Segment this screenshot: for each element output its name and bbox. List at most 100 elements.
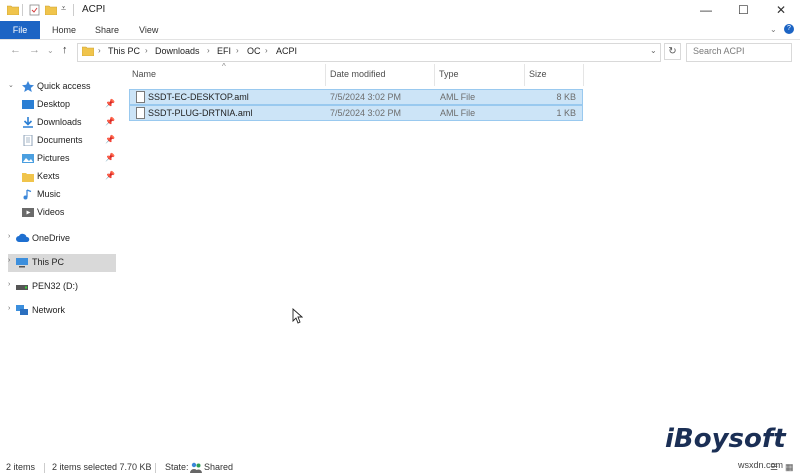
address-dropdown-icon[interactable]: ⌄ xyxy=(650,46,657,55)
pin-icon: 📌 xyxy=(105,117,115,126)
download-icon xyxy=(22,117,34,128)
sidebar-item-onedrive[interactable]: › OneDrive xyxy=(8,230,116,248)
pin-icon: 📌 xyxy=(105,153,115,162)
close-button[interactable]: ✕ xyxy=(776,3,786,17)
breadcrumb-acpi[interactable]: ACPI xyxy=(276,46,297,56)
up-arrow-icon[interactable]: ↑ xyxy=(62,44,68,56)
sidebar-item-music[interactable]: Music xyxy=(8,186,116,204)
network-icon xyxy=(16,305,28,316)
chevron-right-icon: › xyxy=(8,281,11,288)
chevron-right-icon: › xyxy=(207,46,210,55)
status-item-count: 2 items xyxy=(6,462,36,472)
divider xyxy=(22,4,23,16)
window-title: ACPI xyxy=(82,4,106,15)
status-shared: Shared xyxy=(204,462,234,472)
status-selected: 2 items selected 7.70 KB xyxy=(52,462,152,472)
sidebar-item-desktop[interactable]: Desktop 📌 xyxy=(8,96,116,114)
chevron-right-icon: › xyxy=(265,46,268,55)
breadcrumb-oc[interactable]: OC xyxy=(247,46,261,56)
sidebar-item-network[interactable]: › Network xyxy=(8,302,116,320)
maximize-button[interactable]: ☐ xyxy=(738,3,749,17)
chevron-right-icon: › xyxy=(98,46,101,55)
sidebar-item-pictures[interactable]: Pictures 📌 xyxy=(8,150,116,168)
title-bar xyxy=(0,0,800,21)
file-icon xyxy=(136,107,145,119)
details-view-icon[interactable]: ☰ xyxy=(770,462,778,473)
folder-icon xyxy=(6,4,20,16)
desktop-folder-icon xyxy=(22,99,34,110)
shared-users-icon xyxy=(190,462,202,475)
pin-icon: 📌 xyxy=(105,171,115,180)
folder-icon xyxy=(81,45,95,58)
chevron-down-icon: ⌄ xyxy=(8,82,14,89)
star-icon xyxy=(22,81,34,92)
cloud-icon xyxy=(16,233,30,244)
search-placeholder: Search ACPI xyxy=(693,46,745,56)
ribbon xyxy=(0,21,800,40)
file-name: SSDT-PLUG-DRTNIA.aml xyxy=(148,108,253,118)
pictures-icon xyxy=(22,153,34,164)
tab-file[interactable]: File xyxy=(0,21,40,39)
properties-icon[interactable] xyxy=(29,4,41,16)
new-folder-icon[interactable] xyxy=(44,4,58,16)
column-header-type[interactable]: Type xyxy=(439,69,459,79)
status-state-label: State: xyxy=(165,462,189,472)
help-icon[interactable]: ? xyxy=(784,24,794,34)
pin-icon: 📌 xyxy=(105,135,115,144)
tab-share[interactable]: Share xyxy=(95,21,119,39)
sidebar-item-videos[interactable]: Videos xyxy=(8,204,116,222)
file-type: AML File xyxy=(440,108,476,118)
tab-home[interactable]: Home xyxy=(52,21,76,39)
refresh-button[interactable]: ↻ xyxy=(664,43,681,60)
file-date: 7/5/2024 3:02 PM xyxy=(330,108,402,118)
sidebar-item-pen32[interactable]: › PEN32 (D:) xyxy=(8,278,116,296)
table-row[interactable]: SSDT-PLUG-DRTNIA.aml 7/5/2024 3:02 PM AM… xyxy=(129,105,583,121)
usb-drive-icon xyxy=(16,281,28,292)
column-divider[interactable] xyxy=(325,64,326,86)
mouse-cursor-icon xyxy=(292,307,304,326)
computer-icon xyxy=(16,257,28,268)
expand-ribbon-icon[interactable]: ⌄ xyxy=(770,25,777,34)
sidebar-item-documents[interactable]: Documents 📌 xyxy=(8,132,116,150)
chevron-right-icon: › xyxy=(145,46,148,55)
column-divider[interactable] xyxy=(524,64,525,86)
pin-icon: 📌 xyxy=(105,99,115,108)
divider xyxy=(155,463,156,473)
recent-locations-icon[interactable]: ⌄ xyxy=(47,46,54,55)
chevron-right-icon: › xyxy=(8,305,11,312)
file-type: AML File xyxy=(440,92,476,102)
table-row[interactable]: SSDT-EC-DESKTOP.aml 7/5/2024 3:02 PM AML… xyxy=(129,89,583,105)
file-name: SSDT-EC-DESKTOP.aml xyxy=(148,92,249,102)
chevron-right-icon: › xyxy=(8,233,11,240)
tab-view[interactable]: View xyxy=(139,21,158,39)
large-icons-view-icon[interactable]: ▦ xyxy=(785,462,794,473)
folder-icon xyxy=(22,171,34,182)
sidebar-item-kexts[interactable]: Kexts 📌 xyxy=(8,168,116,186)
column-header-size[interactable]: Size xyxy=(529,69,547,79)
minimize-button[interactable]: — xyxy=(700,3,712,17)
column-divider[interactable] xyxy=(583,64,584,86)
breadcrumb-downloads[interactable]: Downloads xyxy=(155,46,200,56)
iboysoft-logo: iBoysoft xyxy=(665,424,786,454)
column-header-date-modified[interactable]: Date modified xyxy=(330,69,386,79)
forward-arrow-icon[interactable]: → xyxy=(29,44,40,56)
divider xyxy=(44,463,45,473)
documents-icon xyxy=(22,134,34,147)
back-arrow-icon[interactable]: ← xyxy=(10,44,21,56)
breadcrumb-efi[interactable]: EFI xyxy=(217,46,231,56)
customize-toolbar-icon[interactable]: ⩡ xyxy=(61,3,66,14)
divider xyxy=(73,4,74,16)
file-size: 1 KB xyxy=(556,108,576,118)
sidebar-item-this-pc[interactable]: › This PC xyxy=(8,254,116,272)
file-size: 8 KB xyxy=(556,92,576,102)
breadcrumb-this-pc[interactable]: This PC xyxy=(108,46,140,56)
refresh-icon: ↻ xyxy=(668,46,677,57)
sort-ascending-icon: ^ xyxy=(222,62,226,71)
file-icon xyxy=(136,91,145,103)
sidebar-item-downloads[interactable]: Downloads 📌 xyxy=(8,114,116,132)
column-header-name[interactable]: Name xyxy=(132,69,156,79)
chevron-right-icon: › xyxy=(236,46,239,55)
sidebar-item-quick-access[interactable]: ⌄ Quick access xyxy=(8,78,116,96)
column-divider[interactable] xyxy=(434,64,435,86)
chevron-right-icon: › xyxy=(8,257,11,264)
